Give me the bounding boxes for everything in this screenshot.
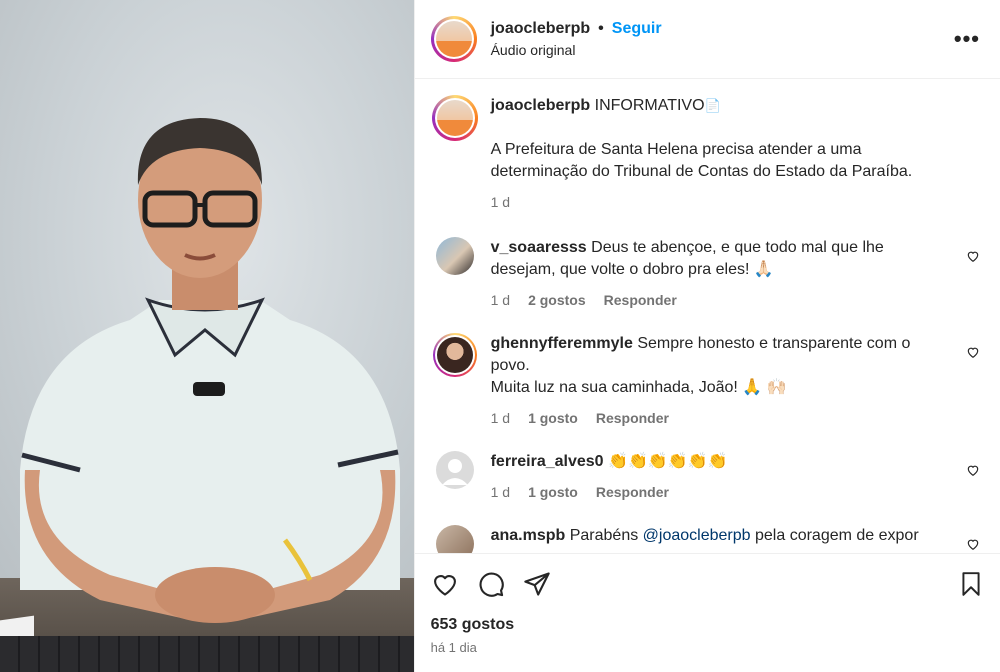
reply-button[interactable]: Responder — [596, 481, 669, 503]
more-icon[interactable]: ••• — [954, 26, 980, 52]
caption-username[interactable]: joaocleberpb — [491, 97, 591, 114]
bookmark-icon[interactable] — [958, 570, 984, 598]
post-actions: 653 gostos há 1 dia — [414, 553, 1000, 672]
commenter-avatar[interactable] — [435, 525, 474, 553]
comment-likes[interactable]: 2 gostos — [528, 289, 586, 311]
caption-avatar[interactable] — [431, 95, 478, 141]
mention-link[interactable]: @joaocleberpb — [643, 527, 751, 544]
comment-text-line2: Muita luz na sua caminhada, João! 🙏 🙌🏻 — [490, 379, 787, 396]
comment-username[interactable]: ghennyfferemmyle — [491, 335, 633, 352]
commenter-avatar[interactable] — [435, 237, 474, 275]
audio-label[interactable]: Áudio original — [491, 42, 662, 58]
comment-item: v_soaaresss Deus te abençoe, e que todo … — [431, 237, 984, 311]
author-username[interactable]: joaocleberpb — [491, 20, 591, 38]
comment-heart-icon[interactable] — [966, 463, 980, 477]
caption-text: A Prefeitura de Santa Helena precisa ate… — [490, 141, 913, 180]
comment-username[interactable]: ana.mspb — [491, 527, 566, 544]
comment-text: Parabéns — [569, 527, 643, 544]
post-time: há 1 dia — [430, 640, 477, 655]
heart-icon[interactable] — [431, 570, 459, 598]
comment-item: ferreira_alves0 👏👏👏👏👏👏 1 d 1 gosto Respo… — [431, 451, 984, 503]
comment-time: 1 d — [490, 484, 511, 500]
caption-item: joaocleberpb INFORMATIVO📄 A Prefeitura d… — [431, 95, 984, 213]
caption-time: 1 d — [490, 194, 511, 210]
post-video[interactable] — [0, 0, 414, 672]
comment-likes[interactable]: 1 gosto — [528, 407, 578, 429]
comment-time: 1 d — [490, 410, 511, 426]
comment-text: 👏👏👏👏👏👏 — [608, 453, 728, 470]
follow-button[interactable]: Seguir — [612, 20, 662, 38]
comment-icon[interactable] — [477, 570, 505, 598]
default-avatar-icon[interactable] — [435, 451, 474, 489]
comment-heart-icon[interactable] — [966, 537, 980, 551]
post-panel: joaocleberpb • Seguir Áudio original ••• — [413, 0, 1000, 672]
comment-username[interactable]: ferreira_alves0 — [491, 453, 604, 470]
share-icon[interactable] — [523, 570, 551, 598]
author-avatar[interactable] — [430, 16, 477, 62]
comment-username[interactable]: v_soaaresss — [491, 239, 587, 256]
presenter-figure — [20, 118, 400, 623]
comment-likes[interactable]: 1 gosto — [528, 481, 578, 503]
comment-heart-icon[interactable] — [966, 249, 980, 263]
separator-dot: • — [598, 20, 604, 37]
comment-item: ghennyfferemmyle Sempre honesto e transp… — [431, 333, 984, 429]
comment-heart-icon[interactable] — [966, 345, 980, 359]
reply-button[interactable]: Responder — [604, 289, 677, 311]
caption-title: INFORMATIVO — [594, 97, 705, 114]
reply-button[interactable]: Responder — [596, 407, 669, 429]
commenter-avatar[interactable] — [432, 333, 477, 377]
comment-item: ana.mspb Parabéns @joaocleberpb pela cor… — [431, 525, 984, 553]
comment-time: 1 d — [490, 292, 511, 308]
post-header: joaocleberpb • Seguir Áudio original ••• — [414, 0, 1000, 79]
comments-list: joaocleberpb INFORMATIVO📄 A Prefeitura d… — [415, 79, 1000, 553]
document-emoji-icon: 📄 — [704, 98, 721, 113]
likes-count[interactable]: 653 gostos — [431, 616, 984, 634]
